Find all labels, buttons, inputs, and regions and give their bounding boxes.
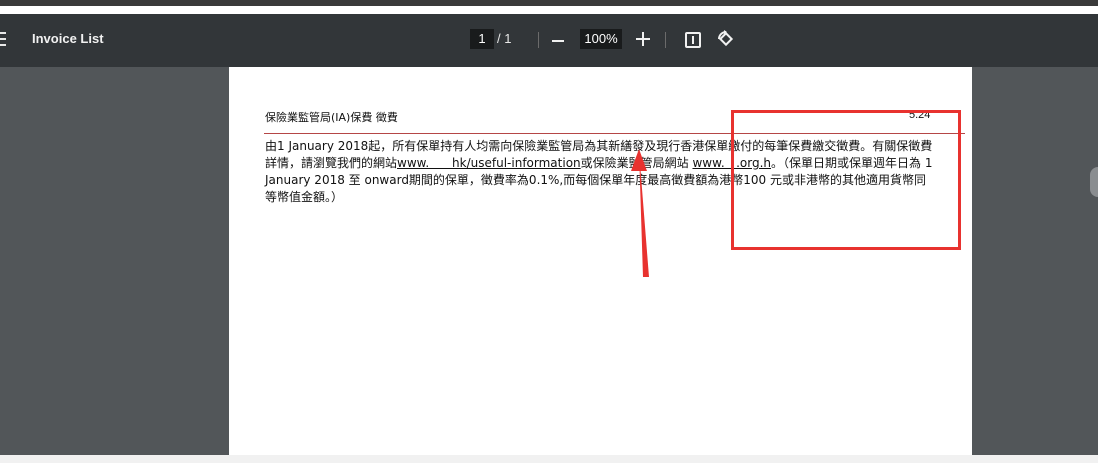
document-title: Invoice List: [32, 31, 104, 46]
side-scroll-handle[interactable]: [1090, 167, 1098, 197]
bottom-strip: [0, 455, 1098, 463]
zoom-level-input[interactable]: 100%: [580, 29, 622, 49]
browser-top-strip: [0, 0, 1098, 14]
page-number-input[interactable]: 1: [470, 29, 494, 49]
annotation-arrow: [631, 149, 649, 277]
page-total: / 1: [497, 31, 512, 46]
annotation-highlight-box: [731, 110, 961, 250]
website-link[interactable]: www. hk/useful-information: [397, 156, 581, 170]
browser-top-bar: [0, 0, 1098, 6]
fee-row-title: 保險業監管局(IA)保費 徵費: [265, 111, 398, 124]
pdf-toolbar: Invoice List 1 / 1 100%: [0, 14, 1098, 67]
menu-icon[interactable]: [0, 32, 6, 46]
zoom-out-icon[interactable]: [552, 40, 564, 42]
toolbar-divider: [538, 32, 539, 48]
zoom-in-icon[interactable]: [636, 32, 650, 46]
toolbar-divider: [665, 32, 666, 48]
rotate-icon[interactable]: [716, 30, 736, 50]
fit-page-icon[interactable]: [685, 32, 701, 48]
